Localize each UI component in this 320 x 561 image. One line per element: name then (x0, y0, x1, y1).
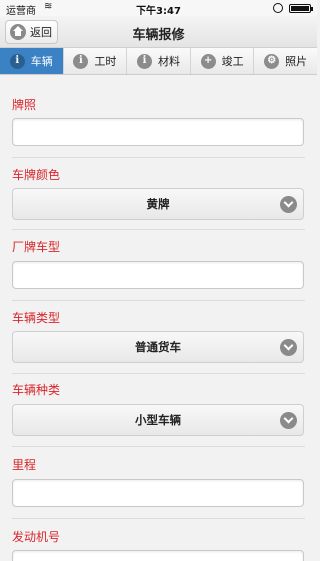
tab-vehicle[interactable]: i 车辆 (0, 48, 64, 74)
vehicle-type-label: 车辆类型 (12, 311, 61, 325)
status-time: 下午3:47 (136, 6, 181, 17)
tab-label: 竣工 (221, 55, 244, 68)
chevron-down-icon (280, 412, 297, 429)
mileage-label: 里程 (12, 458, 37, 472)
orientation-lock-icon (273, 3, 283, 13)
vehicle-type-value: 普通货车 (135, 340, 181, 354)
vehicle-kind-value: 小型车辆 (135, 413, 181, 427)
gear-icon: ⚙ (264, 53, 280, 69)
divider (12, 157, 305, 158)
info-icon: i (136, 53, 152, 69)
tab-label: 照片 (285, 55, 308, 68)
engine-number-label: 发动机号 (12, 530, 61, 544)
plate-color-select[interactable]: 黄牌 (12, 188, 304, 220)
plate-color-label: 车牌颜色 (12, 168, 61, 182)
vehicle-type-select[interactable]: 普通货车 (12, 331, 304, 363)
plate-color-value: 黄牌 (146, 197, 170, 211)
chevron-down-icon (280, 339, 297, 356)
plate-input[interactable] (12, 118, 304, 146)
tab-bar: i 车辆 i 工时 i 材料 + 竣工 ⚙ 照片 (0, 48, 317, 75)
navigation-bar: 返回 车辆报修 (0, 16, 317, 48)
vehicle-kind-select[interactable]: 小型车辆 (12, 404, 304, 436)
tab-photos[interactable]: ⚙ 照片 (254, 48, 317, 74)
tab-label: 工时 (94, 55, 117, 68)
divider (12, 373, 305, 374)
tab-label: 车辆 (30, 55, 53, 68)
divider (12, 300, 305, 301)
divider (12, 229, 305, 230)
mileage-input[interactable] (12, 479, 304, 507)
status-bar: 运营商 ≋ 下午3:47 (0, 0, 317, 17)
chevron-down-icon (280, 196, 297, 213)
model-input[interactable] (12, 261, 304, 289)
plus-icon: + (200, 53, 216, 69)
plate-label: 牌照 (12, 98, 37, 112)
tab-labor-hours[interactable]: i 工时 (63, 48, 128, 74)
tab-completion[interactable]: + 竣工 (190, 48, 255, 74)
model-label: 厂牌车型 (12, 240, 61, 254)
vehicle-kind-label: 车辆种类 (12, 383, 61, 397)
divider (12, 518, 305, 519)
home-icon (10, 24, 26, 40)
engine-number-input[interactable] (12, 550, 304, 561)
tab-materials[interactable]: i 材料 (127, 48, 191, 74)
info-icon: i (73, 53, 89, 69)
back-button-label: 返回 (30, 26, 52, 39)
divider (12, 446, 305, 447)
battery-icon (289, 4, 313, 13)
back-button[interactable]: 返回 (5, 20, 58, 44)
tab-label: 材料 (157, 55, 180, 68)
info-icon: i (9, 53, 25, 69)
